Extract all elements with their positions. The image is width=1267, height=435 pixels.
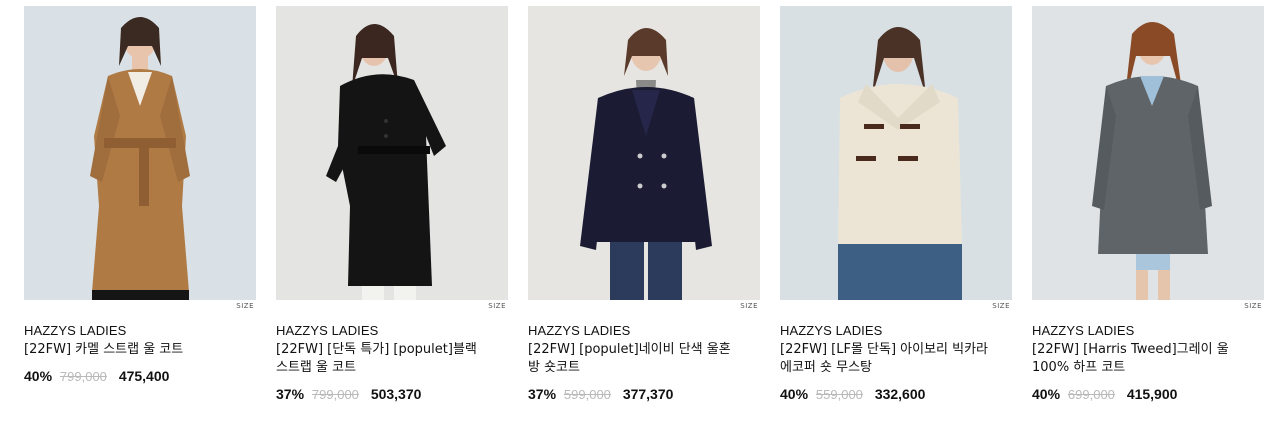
- product-image[interactable]: [24, 6, 256, 300]
- price-row: 40% 699,000 415,900: [1032, 386, 1177, 402]
- price-row: 37% 799,000 503,370: [276, 386, 421, 402]
- product-image[interactable]: [276, 6, 508, 300]
- product-photo: [780, 6, 1012, 300]
- product-image[interactable]: [528, 6, 760, 300]
- price-row: 40% 799,000 475,400: [24, 368, 169, 384]
- discount-rate: 40%: [24, 368, 53, 384]
- size-label[interactable]: SIZE: [740, 302, 758, 310]
- product-photo: [24, 6, 256, 300]
- product-name[interactable]: [22FW] [populet]네이비 단색 울혼방 숏코트: [528, 341, 738, 377]
- product-name[interactable]: [22FW] [LF몰 단독] 아이보리 빅카라 에코퍼 숏 무스탕: [780, 341, 990, 377]
- original-price: 799,000: [59, 369, 107, 384]
- product-image[interactable]: [780, 6, 1012, 300]
- product-photo: [276, 6, 508, 300]
- product-card[interactable]: SIZE HAZZYS LADIES [22FW] [populet]네이비 단…: [528, 6, 760, 426]
- price-row: 40% 559,000 332,600: [780, 386, 925, 402]
- original-price: 699,000: [1067, 387, 1115, 402]
- product-brand[interactable]: HAZZYS LADIES: [276, 323, 378, 338]
- product-card[interactable]: SIZE HAZZYS LADIES [22FW] [단독 특가] [popul…: [276, 6, 508, 426]
- discount-rate: 40%: [780, 386, 809, 402]
- product-card[interactable]: SIZE HAZZYS LADIES [22FW] 카멜 스트랩 울 코트 40…: [24, 6, 256, 426]
- product-name[interactable]: [22FW] [Harris Tweed]그레이 울 100% 하프 코트: [1032, 341, 1242, 377]
- product-brand[interactable]: HAZZYS LADIES: [780, 323, 882, 338]
- size-label[interactable]: SIZE: [992, 302, 1010, 310]
- discount-rate: 37%: [528, 386, 557, 402]
- product-image[interactable]: [1032, 6, 1264, 300]
- sale-price: 475,400: [118, 368, 170, 384]
- sale-price: 332,600: [874, 386, 926, 402]
- sale-price: 503,370: [370, 386, 422, 402]
- discount-rate: 37%: [276, 386, 305, 402]
- original-price: 559,000: [815, 387, 863, 402]
- size-label[interactable]: SIZE: [1244, 302, 1262, 310]
- product-name[interactable]: [22FW] [단독 특가] [populet]블랙 스트랩 울 코트: [276, 341, 486, 377]
- price-row: 37% 599,000 377,370: [528, 386, 673, 402]
- product-photo: [528, 6, 760, 300]
- product-brand[interactable]: HAZZYS LADIES: [24, 323, 126, 338]
- product-name[interactable]: [22FW] 카멜 스트랩 울 코트: [24, 341, 234, 359]
- product-photo: [1032, 6, 1264, 300]
- product-grid: SIZE HAZZYS LADIES [22FW] 카멜 스트랩 울 코트 40…: [24, 6, 1264, 426]
- sale-price: 377,370: [622, 386, 674, 402]
- original-price: 799,000: [311, 387, 359, 402]
- product-card[interactable]: SIZE HAZZYS LADIES [22FW] [Harris Tweed]…: [1032, 6, 1264, 426]
- product-card[interactable]: SIZE HAZZYS LADIES [22FW] [LF몰 단독] 아이보리 …: [780, 6, 1012, 426]
- product-brand[interactable]: HAZZYS LADIES: [1032, 323, 1134, 338]
- original-price: 599,000: [563, 387, 611, 402]
- product-brand[interactable]: HAZZYS LADIES: [528, 323, 630, 338]
- discount-rate: 40%: [1032, 386, 1061, 402]
- size-label[interactable]: SIZE: [236, 302, 254, 310]
- sale-price: 415,900: [1126, 386, 1178, 402]
- size-label[interactable]: SIZE: [488, 302, 506, 310]
